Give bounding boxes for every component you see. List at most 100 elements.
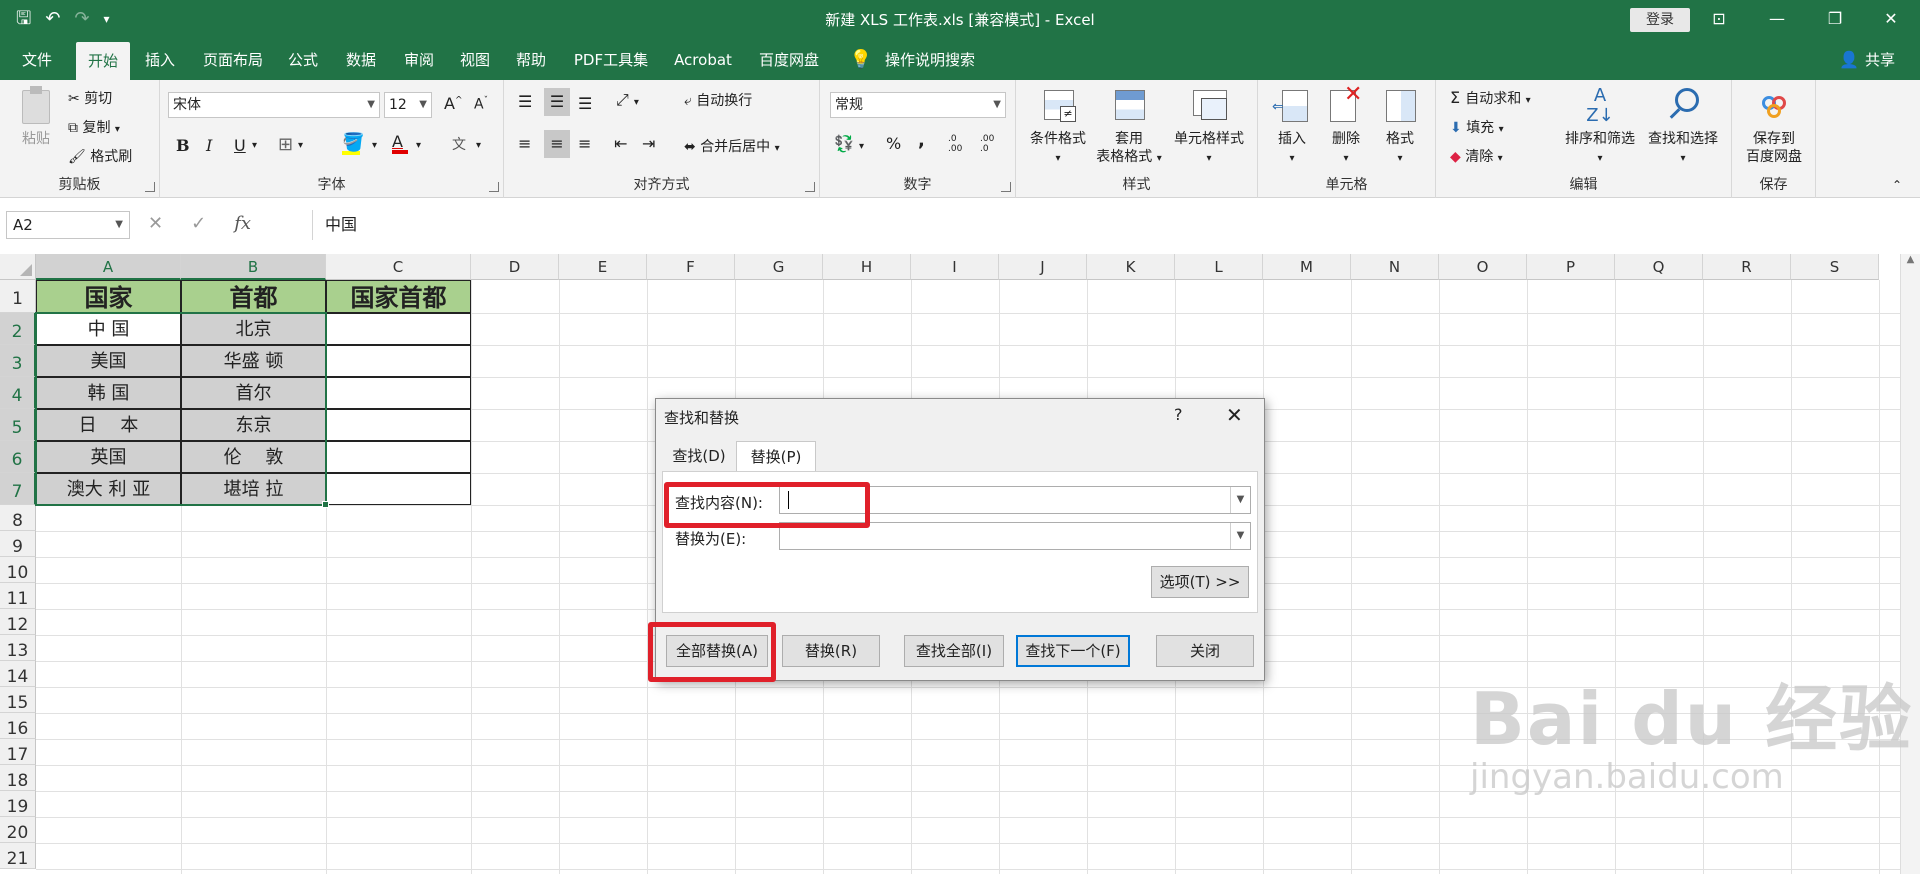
row-header-5[interactable]: 5 — [0, 409, 36, 441]
row-header-13[interactable]: 13 — [0, 635, 36, 661]
column-header-b[interactable]: B — [181, 254, 326, 280]
comma-button[interactable]: , — [918, 130, 925, 151]
cell-c3[interactable] — [326, 345, 471, 377]
options-button[interactable]: 选项(T) >> — [1151, 566, 1249, 598]
bold-button[interactable]: B — [176, 136, 190, 155]
middle-align-icon[interactable]: ☰ — [544, 88, 570, 116]
row-header-14[interactable]: 14 — [0, 661, 36, 687]
column-header-d[interactable]: D — [471, 254, 559, 280]
fill-color-dropdown-icon[interactable]: ▾ — [372, 140, 377, 151]
chevron-down-icon[interactable]: ▼ — [1230, 487, 1250, 513]
column-header-f[interactable]: F — [647, 254, 735, 280]
align-left-icon[interactable]: ≡ — [518, 134, 531, 153]
chevron-down-icon[interactable]: ▼ — [1230, 523, 1250, 549]
percent-button[interactable]: % — [886, 134, 901, 153]
clipboard-launcher-icon[interactable] — [145, 182, 155, 192]
scroll-up-icon[interactable]: ▲ — [1901, 254, 1920, 265]
copy-button[interactable]: ⧉ 复制 ▾ — [68, 117, 120, 137]
decrease-decimal-button[interactable]: .00 .0 — [980, 134, 1002, 154]
tab-review[interactable]: 审阅 — [396, 38, 442, 80]
font-name-select[interactable]: 宋体 ▼ — [168, 92, 380, 118]
cell-c6[interactable] — [326, 441, 471, 473]
column-header-l[interactable]: L — [1175, 254, 1263, 280]
underline-button[interactable]: U — [234, 136, 246, 155]
find-next-button[interactable]: 查找下一个(F) — [1016, 635, 1130, 667]
cell-styles-button[interactable]: 单元格样式 ▾ — [1166, 86, 1252, 168]
number-launcher-icon[interactable] — [1001, 182, 1011, 192]
tab-help[interactable]: 帮助 — [508, 38, 554, 80]
login-button[interactable]: 登录 — [1630, 8, 1690, 32]
phonetic-guide-icon[interactable]: 文 — [452, 134, 466, 154]
top-align-icon[interactable]: ☰ — [518, 92, 532, 111]
row-header-7[interactable]: 7 — [0, 473, 36, 505]
column-header-m[interactable]: M — [1263, 254, 1351, 280]
row-header-2[interactable]: 2 — [0, 313, 36, 345]
row-header-9[interactable]: 9 — [0, 531, 36, 557]
border-dropdown-icon[interactable]: ▾ — [298, 140, 303, 151]
border-icon[interactable]: ⊞ — [278, 134, 293, 155]
underline-dropdown-icon[interactable]: ▾ — [252, 140, 257, 151]
shrink-font-button[interactable]: Aˇ — [474, 96, 488, 113]
row-header-4[interactable]: 4 — [0, 377, 36, 409]
cell-c4[interactable] — [326, 377, 471, 409]
tab-formulas[interactable]: 公式 — [280, 38, 326, 80]
row-header-3[interactable]: 3 — [0, 345, 36, 377]
grow-font-button[interactable]: A^ — [444, 94, 463, 113]
tell-me-search[interactable]: 操作说明搜索 — [880, 38, 980, 80]
font-launcher-icon[interactable] — [489, 182, 499, 192]
row-header-15[interactable]: 15 — [0, 687, 36, 713]
row-header-20[interactable]: 20 — [0, 817, 36, 843]
cut-button[interactable]: ✂ 剪切 — [68, 88, 112, 108]
fill-button[interactable]: ⬇ 填充 ▾ — [1450, 117, 1504, 137]
row-header-11[interactable]: 11 — [0, 583, 36, 609]
font-color-dropdown-icon[interactable]: ▾ — [416, 140, 421, 151]
currency-icon[interactable]: 💱 ▾ — [834, 134, 864, 153]
replace-button[interactable]: 替换(R) — [782, 635, 880, 667]
format-as-table-button[interactable]: 套用 表格格式 ▾ — [1092, 86, 1166, 168]
row-header-18[interactable]: 18 — [0, 765, 36, 791]
column-header-r[interactable]: R — [1703, 254, 1791, 280]
sort-filter-button[interactable]: A Z↓ 排序和筛选 ▾ — [1560, 86, 1640, 168]
tab-find[interactable]: 查找(D) — [668, 441, 730, 473]
number-format-select[interactable]: 常规 ▼ — [830, 92, 1006, 118]
collapse-ribbon-icon[interactable]: ⌃ — [1892, 178, 1902, 192]
column-header-a[interactable]: A — [36, 254, 181, 280]
align-center-icon[interactable]: ≡ — [544, 130, 570, 158]
conditional-format-button[interactable]: ≠ 条件格式 ▾ — [1024, 86, 1092, 168]
tab-insert[interactable]: 插入 — [138, 38, 182, 80]
autosum-button[interactable]: Σ 自动求和 ▾ — [1450, 88, 1531, 108]
row-header-16[interactable]: 16 — [0, 713, 36, 739]
column-header-n[interactable]: N — [1351, 254, 1439, 280]
bottom-align-icon[interactable]: ☰ — [578, 94, 592, 113]
header-cell-a1[interactable]: 国家 — [36, 280, 181, 313]
column-header-h[interactable]: H — [823, 254, 911, 280]
phonetic-dropdown-icon[interactable]: ▾ — [476, 140, 481, 151]
tab-replace[interactable]: 替换(P) — [736, 441, 816, 473]
align-right-icon[interactable]: ≡ — [578, 134, 591, 153]
column-header-p[interactable]: P — [1527, 254, 1615, 280]
close-button[interactable]: 关闭 — [1156, 635, 1254, 667]
font-size-select[interactable]: 12 ▼ — [384, 92, 432, 118]
row-header-6[interactable]: 6 — [0, 441, 36, 473]
row-header-8[interactable]: 8 — [0, 505, 36, 531]
delete-cells-button[interactable]: ✕ 删除 ▾ — [1320, 84, 1372, 168]
cell-c5[interactable] — [326, 409, 471, 441]
column-header-e[interactable]: E — [559, 254, 647, 280]
column-header-i[interactable]: I — [911, 254, 999, 280]
fill-handle[interactable] — [322, 501, 329, 508]
tab-page-layout[interactable]: 页面布局 — [196, 38, 270, 80]
font-color-icon[interactable]: A — [392, 132, 408, 154]
column-header-o[interactable]: O — [1439, 254, 1527, 280]
wrap-text-button[interactable]: ⤶ 自动换行 — [684, 90, 752, 110]
row-header-19[interactable]: 19 — [0, 791, 36, 817]
italic-button[interactable]: I — [206, 136, 212, 155]
increase-indent-icon[interactable]: ⇥ — [642, 134, 655, 153]
header-cell-c1[interactable]: 国家首都 — [326, 280, 471, 313]
clear-button[interactable]: ◆ 清除 ▾ — [1450, 146, 1503, 166]
dialog-close-icon[interactable]: ✕ — [1226, 403, 1243, 427]
minimize-button[interactable]: — — [1762, 6, 1792, 32]
close-window-button[interactable]: ✕ — [1876, 6, 1906, 32]
select-all-button[interactable] — [0, 254, 36, 280]
tab-baidu-netdisk[interactable]: 百度网盘 — [752, 38, 826, 80]
share-button[interactable]: 共享 — [1862, 38, 1898, 80]
